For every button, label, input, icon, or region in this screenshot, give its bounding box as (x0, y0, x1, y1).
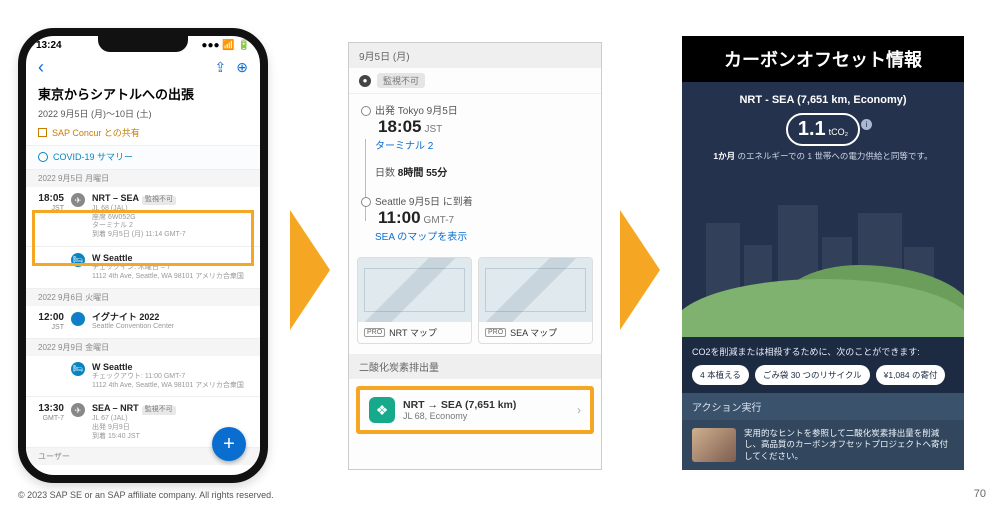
info-icon[interactable]: i (861, 119, 872, 130)
co2-section-header: 二酸化炭素排出量 (349, 354, 601, 379)
pill-recycle[interactable]: ごみ袋 30 つのリサイクル (755, 365, 870, 385)
watch-chip: 監視不可 (377, 73, 425, 88)
co2-card[interactable]: ❖ NRT → SEA (7,651 km) JL 68, Economy › (356, 386, 594, 434)
map-thumbnail (479, 258, 592, 322)
map-thumbnail (358, 258, 471, 322)
concur-share-row[interactable]: SAP Concur との共有 (26, 126, 260, 145)
leaf-icon: ❖ (369, 397, 395, 423)
covid-summary-row[interactable]: COVID-19 サマリー (26, 145, 260, 170)
sea-map-link[interactable]: SEA のマップを表示 (375, 228, 591, 243)
person-icon: 👤 (71, 312, 85, 326)
nrt-map-card[interactable]: PRONRT マップ (357, 257, 472, 344)
chevron-right-icon: › (577, 403, 581, 417)
shield-icon (38, 152, 48, 162)
more-icon[interactable]: ⊕ (236, 59, 248, 76)
date-header: 2022 9月5日 月曜日 (26, 170, 260, 187)
flight-detail-panel: 9月5日 (月) ● 監視不可 出発 Tokyo 9月5日 18:05JST タ… (348, 42, 602, 470)
action-section: アクション実行 実用的なヒントを参照して二酸化炭素排出量を削減し、高品質のカーボ… (682, 393, 964, 470)
hotel-segment[interactable]: 🛏 W Seattle チェックアウト: 11:00 GMT-7 1112 4t… (26, 356, 260, 398)
add-button[interactable]: + (212, 427, 246, 461)
trip-title: 東京からシアトルへの出張 (26, 82, 260, 107)
arrow-icon (290, 210, 330, 330)
sea-map-card[interactable]: PROSEA マップ (478, 257, 593, 344)
departure-block: 出発 Tokyo 9月5日 18:05JST ターミナル 2 (349, 94, 601, 160)
pill-donate[interactable]: ¥1,084 の寄付 (876, 365, 946, 385)
date-header: 9月5日 (月) (349, 43, 601, 68)
status-time: 13:24 (36, 40, 62, 51)
plane-icon: ✈ (71, 403, 85, 417)
trip-dates: 2022 9月5日 (月)〜10日 (土) (26, 107, 260, 126)
city-illustration (682, 207, 964, 337)
phone-mockup: 13:24 ●●● 📶 🔋 ‹ ⇪ ⊕ 東京からシアトルへの出張 2022 9月… (18, 28, 268, 483)
date-header: 2022 9月9日 金曜日 (26, 339, 260, 356)
status-icons: ●●● 📶 🔋 (201, 40, 250, 51)
copyright: © 2023 SAP SE or an SAP affiliate compan… (18, 490, 274, 500)
share-icon[interactable]: ⇪ (215, 59, 227, 76)
hotel-segment[interactable]: 🛏 W Seattle チェックイン: 木曜日 – 7 1112 4th Ave… (26, 247, 260, 289)
status-dot-icon: ● (359, 75, 371, 87)
duration-row: 日数 8時間 55分 (349, 160, 601, 185)
page-number: 70 (974, 488, 986, 500)
hotel-icon: 🛏 (71, 362, 85, 376)
concur-icon (38, 128, 47, 137)
co2-value-badge: 1.1 tCO₂ i (786, 113, 860, 146)
arrival-block: Seattle 9月5日 に到着 11:00GMT-7 SEA のマップを表示 (349, 185, 601, 251)
offset-header: カーボンオフセット情報 (682, 36, 964, 82)
offset-panel: カーボンオフセット情報 NRT - SEA (7,651 km, Economy… (682, 36, 964, 476)
plane-icon: ✈ (71, 193, 85, 207)
hotel-icon: 🛏 (71, 253, 85, 267)
action-row[interactable]: 実用的なヒントを参照して二酸化炭素排出量を削減し、高品質のカーボンオフセットプロ… (682, 420, 964, 470)
back-icon[interactable]: ‹ (38, 57, 44, 78)
date-header: 2022 9月6日 火曜日 (26, 289, 260, 306)
route-label: NRT - SEA (7,651 km, Economy) (690, 94, 956, 106)
phone-notch (98, 36, 188, 52)
arrow-icon (620, 210, 660, 330)
event-segment[interactable]: 12:00JST 👤 イグナイト 2022 Seattle Convention… (26, 306, 260, 339)
equivalence-text: 1か月 のエネルギーでの 1 世帯への電力供給と同等です。 (690, 150, 956, 162)
flight-segment[interactable]: 18:05JST ✈ NRT – SEA監視不可 JL 68 (JAL) 座席 … (26, 187, 260, 247)
terminal-link[interactable]: ターミナル 2 (375, 137, 591, 152)
pill-plant[interactable]: 4 本植える (692, 365, 749, 385)
action-thumbnail (692, 428, 736, 462)
reduce-strip: CO2を削減または相殺するために、次のことができます: 4 本植える ごみ袋 3… (682, 337, 964, 393)
